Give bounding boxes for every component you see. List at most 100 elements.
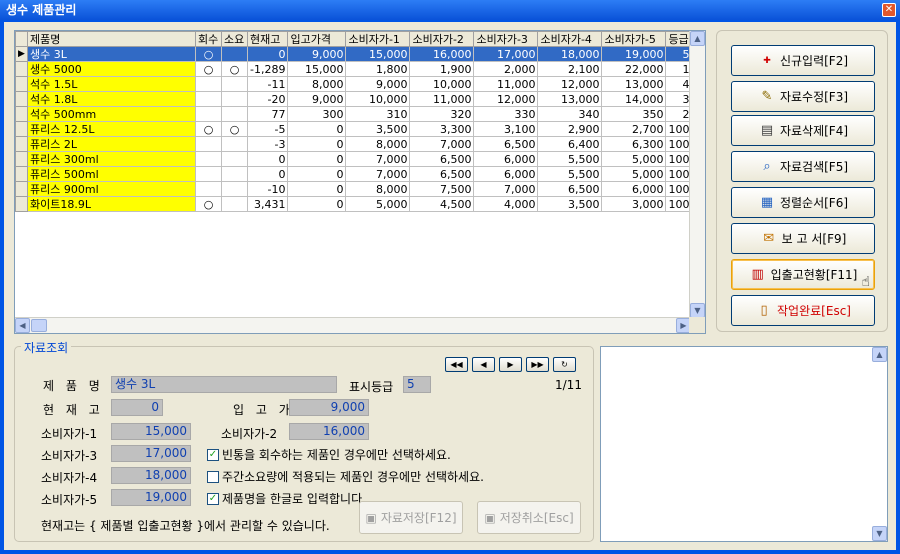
grid-cell-p2[interactable]: 7,500 — [409, 181, 475, 197]
col-header-name[interactable]: 제품명 — [27, 31, 196, 47]
grid-cell-p1[interactable]: 7,000 — [345, 151, 411, 167]
search-button[interactable]: ⌕ 자료검색[F5] — [731, 151, 875, 182]
grid-cell-name[interactable]: 화이트18.9L — [27, 196, 196, 212]
grid-cell-p5[interactable]: 3,000 — [601, 196, 667, 212]
col-header-price1[interactable]: 소비자가-1 — [345, 31, 411, 47]
row-indicator[interactable] — [15, 91, 28, 107]
grid-cell-ret[interactable]: ○ — [195, 46, 222, 62]
grid-cell-name[interactable]: 석수 1.8L — [27, 91, 196, 107]
grid-cell-p2[interactable]: 3,300 — [409, 121, 475, 137]
grid-vertical-scrollbar[interactable]: ▲ ▼ — [689, 31, 705, 318]
grid-cell-p5[interactable]: 5,000 — [601, 151, 667, 167]
col-header-return[interactable]: 회수 — [195, 31, 222, 47]
grid-cell-p3[interactable]: 2,000 — [473, 61, 539, 77]
grid-cell-inp[interactable]: 15,000 — [287, 61, 347, 77]
memo-scroll-down-icon[interactable]: ▼ — [872, 526, 887, 541]
row-indicator[interactable] — [15, 181, 28, 197]
grid-cell-p2[interactable]: 6,500 — [409, 166, 475, 182]
grid-cell-stock[interactable]: 3,431 — [246, 196, 289, 212]
weekly-checkbox[interactable]: 주간소요량에 적용되는 제품인 경우에만 선택하세요. — [207, 468, 484, 485]
grid-cell-ret[interactable]: ○ — [195, 121, 222, 137]
scroll-left-icon[interactable]: ◀ — [15, 318, 30, 333]
grid-cell-p5[interactable]: 19,000 — [601, 46, 667, 62]
returnable-checkbox[interactable]: ✓ 빈통을 회수하는 제품인 경우에만 선택하세요. — [207, 446, 451, 463]
scroll-thumb[interactable] — [31, 319, 47, 332]
grid-cell-p3[interactable]: 12,000 — [473, 91, 539, 107]
grid-cell-p2[interactable]: 7,000 — [409, 136, 475, 152]
grid-cell-inp[interactable]: 0 — [287, 121, 347, 137]
grid-cell-inp[interactable]: 0 — [287, 151, 347, 167]
grid-cell-use[interactable]: ○ — [221, 61, 248, 77]
table-row[interactable]: 퓨리스 300ml 0 0 7,000 6,500 6,000 5,500 5,000 100 — [15, 151, 693, 167]
col-header-price4[interactable]: 소비자가-4 — [537, 31, 603, 47]
korean-name-checkbox[interactable]: ✓ 제품명을 한글로 입력합니다. — [207, 490, 366, 507]
grid-cell-p1[interactable]: 15,000 — [345, 46, 411, 62]
grid-cell-inp[interactable]: 8,000 — [287, 76, 347, 92]
grid-cell-p1[interactable]: 1,800 — [345, 61, 411, 77]
grid-cell-stock[interactable]: 0 — [246, 166, 289, 182]
grid-cell-p4[interactable]: 6,400 — [537, 136, 603, 152]
grid-cell-inp[interactable]: 0 — [287, 136, 347, 152]
close-button[interactable]: ✕ — [882, 3, 896, 17]
grid-horizontal-scrollbar[interactable]: ◀ ▶ — [15, 317, 691, 333]
col-header-price2[interactable]: 소비자가-2 — [409, 31, 475, 47]
grid-cell-use[interactable] — [221, 196, 248, 212]
grid-cell-p3[interactable]: 17,000 — [473, 46, 539, 62]
next-record-button[interactable]: ▶ — [499, 357, 522, 372]
last-record-button[interactable]: ▶▶ — [526, 357, 549, 372]
grid-cell-use[interactable] — [221, 181, 248, 197]
grid-cell-ret[interactable] — [195, 91, 222, 107]
current-row-arrow-icon[interactable]: ▶ — [15, 46, 28, 62]
grid-cell-p5[interactable]: 13,000 — [601, 76, 667, 92]
product-grid[interactable]: 제품명 회수 소요 현재고 입고가격 소비자가-1 소비자가-2 소비자가-3 … — [14, 30, 706, 334]
grid-cell-p5[interactable]: 350 — [601, 106, 667, 122]
grid-cell-p1[interactable]: 9,000 — [345, 76, 411, 92]
table-row[interactable]: 퓨리스 12.5L ○ ○ -5 0 3,500 3,300 3,100 2,900 2,700 1… — [15, 121, 693, 137]
grid-cell-name[interactable]: 퓨리스 900ml — [27, 181, 196, 197]
grid-cell-ret[interactable] — [195, 76, 222, 92]
grid-cell-p1[interactable]: 5,000 — [345, 196, 411, 212]
grid-cell-name[interactable]: 퓨리스 12.5L — [27, 121, 196, 137]
prev-record-button[interactable]: ◀ — [472, 357, 495, 372]
stock-field[interactable]: 0 — [111, 399, 163, 416]
price3-field[interactable]: 17,000 — [111, 445, 191, 462]
grid-cell-p5[interactable]: 5,000 — [601, 166, 667, 182]
save-button[interactable]: ▣ 자료저장[F12] — [359, 501, 463, 534]
grid-cell-name[interactable]: 퓨리스 300ml — [27, 151, 196, 167]
col-header-stock[interactable]: 현재고 — [246, 31, 289, 47]
grid-cell-stock[interactable]: -11 — [246, 76, 289, 92]
table-row[interactable]: 석수 500mm 77 300 310 320 330 340 350 2 — [15, 106, 693, 122]
product-name-field[interactable]: 생수 3L — [111, 376, 337, 393]
price2-field[interactable]: 16,000 — [289, 423, 369, 440]
grid-cell-p4[interactable]: 3,500 — [537, 196, 603, 212]
grid-cell-name[interactable]: 생수 3L — [27, 46, 196, 62]
grid-cell-use[interactable] — [221, 151, 248, 167]
grid-cell-ret[interactable] — [195, 106, 222, 122]
grid-cell-p1[interactable]: 310 — [345, 106, 411, 122]
grid-cell-p3[interactable]: 6,000 — [473, 151, 539, 167]
grid-cell-p3[interactable]: 330 — [473, 106, 539, 122]
grid-cell-ret[interactable]: ○ — [195, 196, 222, 212]
grid-cell-p2[interactable]: 10,000 — [409, 76, 475, 92]
grid-cell-p2[interactable]: 16,000 — [409, 46, 475, 62]
grid-cell-p1[interactable]: 7,000 — [345, 166, 411, 182]
grid-cell-p2[interactable]: 4,500 — [409, 196, 475, 212]
row-indicator[interactable] — [15, 151, 28, 167]
grid-cell-use[interactable]: ○ — [221, 121, 248, 137]
grid-cell-p5[interactable]: 14,000 — [601, 91, 667, 107]
grid-cell-use[interactable] — [221, 166, 248, 182]
grid-cell-use[interactable] — [221, 91, 248, 107]
grid-cell-p5[interactable]: 6,000 — [601, 181, 667, 197]
refresh-button[interactable]: ↻ — [553, 357, 576, 372]
grid-cell-p3[interactable]: 6,500 — [473, 136, 539, 152]
grid-cell-p5[interactable]: 22,000 — [601, 61, 667, 77]
row-indicator[interactable] — [15, 76, 28, 92]
grid-cell-p3[interactable]: 6,000 — [473, 166, 539, 182]
grid-cell-stock[interactable]: -5 — [246, 121, 289, 137]
grid-cell-p4[interactable]: 18,000 — [537, 46, 603, 62]
grid-cell-use[interactable] — [221, 76, 248, 92]
grid-cell-p3[interactable]: 11,000 — [473, 76, 539, 92]
table-row[interactable]: 화이트18.9L ○ 3,431 0 5,000 4,500 4,000 3,500 3,000… — [15, 196, 693, 212]
grid-cell-stock[interactable]: 0 — [246, 46, 289, 62]
grid-cell-p1[interactable]: 8,000 — [345, 181, 411, 197]
